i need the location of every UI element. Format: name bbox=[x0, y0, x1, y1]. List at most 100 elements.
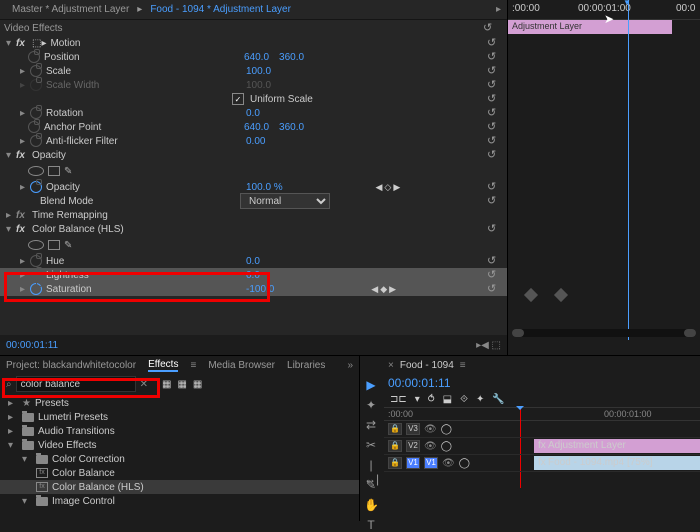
pen-mask-icon[interactable]: ✎ bbox=[64, 240, 72, 251]
image-control-folder[interactable]: Image Control bbox=[52, 496, 115, 507]
libraries-tab[interactable]: Libraries bbox=[287, 360, 325, 371]
rect-mask-icon[interactable] bbox=[48, 240, 60, 250]
twirl-icon[interactable]: ▾ bbox=[8, 440, 16, 451]
timeline-toggle-icon[interactable]: ▸◀ ⬚ bbox=[476, 340, 501, 351]
link-icon[interactable]: ⟐ bbox=[460, 394, 468, 405]
timeline-clip[interactable]: Adjustment Layer bbox=[508, 20, 672, 34]
snap-icon[interactable]: ⊐⊏ bbox=[390, 394, 407, 405]
ripple-tool-icon[interactable]: ⇄ bbox=[364, 418, 378, 432]
motion-header[interactable]: Motion bbox=[50, 38, 250, 49]
keyframe-marker[interactable] bbox=[554, 288, 568, 302]
twirl-icon[interactable]: ▾ bbox=[22, 454, 30, 465]
effects-tab[interactable]: Effects bbox=[148, 359, 178, 372]
twirl-icon[interactable]: ▸ bbox=[20, 66, 28, 77]
keyframe-nav[interactable]: ◀◆▶ bbox=[371, 284, 396, 295]
uniform-scale-checkbox[interactable]: ✓ bbox=[232, 93, 244, 105]
position-y[interactable]: 360.0 bbox=[279, 52, 304, 63]
track-source-v1[interactable]: V1 bbox=[406, 457, 420, 469]
stopwatch-icon[interactable] bbox=[30, 65, 42, 77]
twirl-icon[interactable]: ▸ bbox=[20, 182, 28, 193]
ellipse-mask-icon[interactable] bbox=[28, 240, 44, 250]
eye-icon[interactable]: 👁 bbox=[442, 458, 455, 469]
reset-antiflicker[interactable] bbox=[487, 134, 501, 148]
twirl-icon[interactable]: ▾ bbox=[6, 224, 14, 235]
reset-rotation[interactable] bbox=[487, 106, 501, 120]
reset-position[interactable] bbox=[487, 50, 501, 64]
antiflicker-val[interactable]: 0.00 bbox=[246, 136, 265, 147]
lock-icon[interactable]: 🔒 bbox=[388, 440, 402, 452]
timeline-scrollbar[interactable] bbox=[512, 329, 696, 337]
twirl-icon[interactable]: ▸ bbox=[20, 108, 28, 119]
twirl-icon[interactable]: ▾ bbox=[22, 496, 30, 507]
track-target[interactable]: V3 bbox=[406, 423, 420, 435]
saturation-val[interactable]: -100.0 bbox=[246, 284, 274, 295]
sequence-name[interactable]: Food - 1094 bbox=[400, 360, 454, 371]
eye-icon[interactable]: 👁 bbox=[424, 424, 437, 435]
panel-overflow-icon[interactable]: » bbox=[347, 360, 353, 371]
marker-add-icon[interactable]: ▾ bbox=[415, 394, 420, 405]
lumetri-folder[interactable]: Lumetri Presets bbox=[38, 412, 108, 423]
preset-filter-icon[interactable]: ▦ bbox=[177, 379, 186, 390]
current-timecode[interactable]: 00:00:01:11 bbox=[6, 340, 58, 351]
track-output-icon[interactable]: ◯ bbox=[441, 441, 452, 452]
twirl-icon[interactable]: ▾ bbox=[6, 150, 14, 161]
color-balance-hls-effect[interactable]: Color Balance (HLS) bbox=[52, 482, 144, 493]
twirl-icon[interactable]: ▸ bbox=[6, 210, 14, 221]
twirl-icon[interactable]: ▸ bbox=[20, 284, 28, 295]
reset-hue[interactable] bbox=[487, 254, 501, 268]
track-target-v1[interactable]: V1 bbox=[424, 457, 438, 469]
track-output-icon[interactable]: ◯ bbox=[441, 424, 452, 435]
track-target[interactable]: V2 bbox=[406, 440, 420, 452]
twirl-icon[interactable]: ▸ bbox=[8, 398, 16, 409]
keyframe-nav[interactable]: ◀◇▶ bbox=[375, 182, 400, 193]
eye-icon[interactable]: 👁 bbox=[424, 441, 437, 452]
sequence-ruler[interactable]: :00:00 00:00:01:00 bbox=[384, 407, 700, 421]
reset-opacityval[interactable] bbox=[487, 180, 501, 194]
stopwatch-icon[interactable] bbox=[30, 181, 42, 193]
settings-icon[interactable]: ✦ bbox=[476, 394, 484, 405]
project-tab[interactable]: Project: blackandwhitetocolor bbox=[6, 360, 136, 371]
clip-adjustment[interactable]: fx Adjustment Layer bbox=[534, 439, 700, 453]
blendmode-select[interactable]: Normal bbox=[240, 193, 330, 209]
effects-search-input[interactable] bbox=[16, 376, 136, 392]
slip-tool-icon[interactable]: |↔| bbox=[364, 458, 378, 472]
preset-filter-icon[interactable]: ▦ bbox=[193, 379, 202, 390]
reset-blend[interactable] bbox=[487, 194, 501, 208]
twirl-icon[interactable]: ▸ bbox=[8, 426, 16, 437]
twirl-icon[interactable]: ▸ bbox=[20, 136, 28, 147]
stopwatch-icon[interactable] bbox=[30, 283, 42, 295]
close-seq-icon[interactable]: × bbox=[388, 360, 394, 371]
sequence-timecode[interactable]: 00:00:01:11 bbox=[360, 374, 700, 392]
reset-uniform[interactable] bbox=[487, 92, 501, 106]
pen-mask-icon[interactable]: ✎ bbox=[64, 166, 72, 177]
stopwatch-icon[interactable] bbox=[28, 51, 40, 63]
colorbalance-header[interactable]: Color Balance (HLS) bbox=[32, 224, 232, 235]
panel-menu-icon[interactable]: ▸ bbox=[496, 4, 501, 15]
track-v1[interactable]: fx Food - 1094.mp4 [75%] bbox=[534, 455, 700, 471]
tab-menu-icon[interactable]: ≡ bbox=[190, 360, 196, 371]
master-tab[interactable]: Master * Adjustment Layer bbox=[4, 2, 137, 17]
stopwatch-icon[interactable] bbox=[28, 121, 40, 133]
scale-val[interactable]: 100.0 bbox=[246, 66, 271, 77]
twirl-icon[interactable]: ▸ bbox=[20, 270, 28, 281]
rect-mask-icon[interactable] bbox=[48, 166, 60, 176]
insert-icon[interactable]: ⥀ bbox=[428, 394, 435, 405]
stopwatch-icon[interactable] bbox=[30, 107, 42, 119]
stopwatch-icon[interactable] bbox=[30, 255, 42, 267]
color-balance-effect[interactable]: Color Balance bbox=[52, 468, 115, 479]
type-tool-icon[interactable]: T bbox=[364, 518, 378, 532]
audio-transitions-folder[interactable]: Audio Transitions bbox=[38, 426, 115, 437]
presets-folder[interactable]: Presets bbox=[35, 398, 69, 409]
lock-icon[interactable]: 🔒 bbox=[388, 423, 402, 435]
effect-timeline-ruler[interactable]: :00:00 00:00:01:00 00:0 bbox=[508, 0, 700, 20]
timeremap-header[interactable]: Time Remapping bbox=[32, 210, 232, 221]
twirl-icon[interactable]: ▸ bbox=[20, 256, 28, 267]
ellipse-mask-icon[interactable] bbox=[28, 166, 44, 176]
wrench-icon[interactable]: 🔧 bbox=[492, 394, 504, 405]
reset-saturation[interactable] bbox=[487, 282, 501, 296]
track-output-icon[interactable]: ◯ bbox=[459, 458, 470, 469]
reset-anchor[interactable] bbox=[487, 120, 501, 134]
anchor-x[interactable]: 640.0 bbox=[244, 122, 269, 133]
lightness-val[interactable]: 0.0 bbox=[246, 270, 260, 281]
reset-lightness[interactable] bbox=[487, 268, 501, 282]
